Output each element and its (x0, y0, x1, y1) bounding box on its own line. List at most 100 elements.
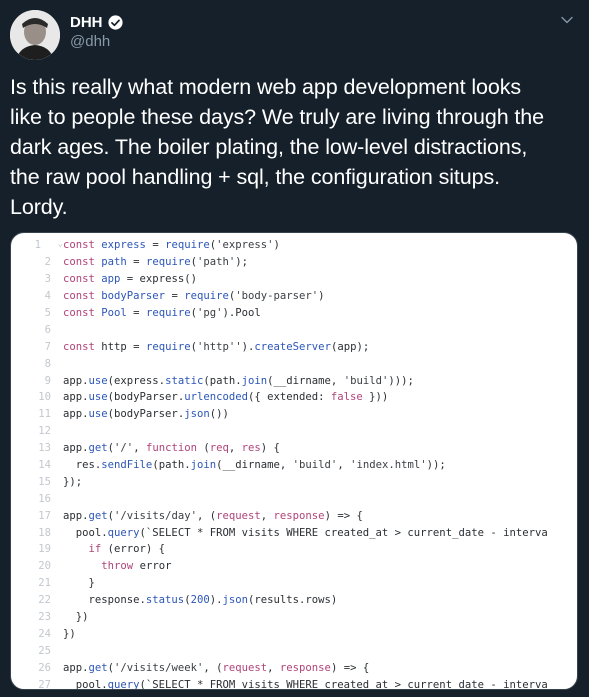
code-token: createServer (254, 340, 331, 353)
code-token: response. (63, 594, 146, 607)
code-token: ()) (209, 408, 229, 421)
tweet-text-line: Lordy. (10, 195, 68, 219)
code-token: 'build' (292, 459, 338, 472)
code-block: 1 ⌄ const express = require('express') 2 con… (11, 237, 577, 690)
code-token: const (63, 256, 102, 269)
code-line: 21 } (11, 575, 577, 592)
code-line: 7 const http = require('http'').createSer… (11, 338, 577, 355)
code-token: (results.rows) (248, 594, 338, 607)
code-token: }) (63, 611, 89, 624)
handle[interactable]: @dhh (70, 33, 124, 50)
code-token: (__dirname, (267, 374, 344, 387)
code-token: Pool (101, 307, 127, 319)
code-token: urlencoded (184, 391, 248, 404)
code-token: (bodyParser. (107, 391, 185, 404)
code-line: 16 (11, 490, 577, 507)
code-line: 1 ⌄ const express = require('express') (11, 237, 577, 254)
code-token: json (222, 594, 249, 607)
code-line: 17 app.get('/visits/day', (request, respo… (11, 507, 577, 524)
code-token: get (88, 442, 108, 455)
author-block[interactable]: DHH @dhh (70, 14, 124, 50)
code-text: app.use(bodyParser.json()) (63, 408, 229, 420)
avatar-photo-icon (10, 10, 60, 60)
code-token: use (88, 408, 108, 421)
code-token: bodyParser (101, 290, 166, 303)
code-text: app.get('/visits/day', (request, respons… (63, 510, 363, 522)
code-token: const (63, 239, 102, 252)
line-number: 21 (38, 577, 51, 590)
code-token: ); (235, 256, 249, 269)
code-token: , (267, 661, 280, 674)
code-token: pool. (63, 526, 108, 539)
code-token: query (107, 526, 140, 539)
code-token: query (107, 678, 140, 690)
code-token: throw (101, 560, 140, 573)
code-token: require (145, 340, 191, 353)
code-token: )); (426, 459, 446, 472)
chevron-down-icon[interactable] (557, 10, 577, 30)
code-text: const express = require('express') (63, 239, 280, 251)
code-token: app. (63, 661, 89, 674)
code-text: app.use(bodyParser.urlencoded({ extended… (63, 391, 388, 403)
line-number: 8 (44, 357, 51, 370)
code-token: 'express' (216, 239, 274, 252)
code-token: const (63, 273, 102, 286)
code-token: ({ extended: (247, 391, 331, 404)
code-token: get (88, 661, 108, 674)
line-number: 26 (38, 661, 51, 674)
code-token: false (330, 391, 363, 404)
fold-chevron-icon: ⌄ (57, 239, 63, 250)
code-screenshot-image[interactable]: 1 ⌄ const express = require('express') 2 con… (10, 232, 578, 690)
code-token: ) => { (330, 661, 370, 674)
code-line: 9 app.use(express.static(path.join(__dirn… (11, 372, 577, 389)
code-token: , (337, 459, 351, 472)
code-token: app. (63, 442, 89, 455)
code-line: 23 }) (11, 609, 577, 626)
line-number: 1 ⌄ (34, 239, 63, 252)
code-token: app. (63, 374, 89, 387)
code-text: app.use(express.static(path.join(__dirna… (63, 375, 414, 387)
code-text: throw error (63, 560, 171, 572)
code-token: if (88, 543, 108, 556)
line-number: 22 (38, 594, 51, 607)
line-number: 11 (38, 408, 51, 421)
code-token: 'build' (343, 374, 389, 387)
line-number: 27 (38, 678, 51, 690)
code-token: = (126, 307, 146, 319)
code-line: 10 app.use(bodyParser.urlencoded({ extend… (11, 389, 577, 406)
code-token: (bodyParser. (107, 408, 185, 421)
code-line: 27 pool.query(`SELECT * FROM visits WHER… (11, 676, 577, 690)
code-token: = (165, 290, 185, 303)
code-token: , (133, 442, 146, 455)
code-token: const (63, 340, 102, 353)
line-number: 20 (38, 560, 51, 573)
code-token: '/visits/week' (114, 661, 204, 674)
code-token: , ( (196, 509, 217, 522)
code-token: app. (63, 509, 89, 522)
code-token: use (88, 391, 108, 404)
line-number: 14 (38, 459, 51, 472)
code-line: 22 response.status(200).json(results.row… (11, 592, 577, 609)
line-number: 23 (38, 611, 51, 624)
code-text: res.sendFile(path.join(__dirname, 'build… (63, 459, 446, 471)
code-token: } (63, 577, 95, 590)
code-token: ))); (388, 374, 414, 387)
code-token: request (222, 661, 268, 674)
tweet-text-line: like to people these days? We truly are … (10, 105, 545, 129)
avatar[interactable] (10, 10, 60, 60)
code-token: (`SELECT * FROM visits WHERE created_at … (139, 678, 548, 690)
code-token: '/' (114, 442, 134, 455)
line-number: 16 (38, 492, 51, 505)
code-token: ) => { (324, 509, 363, 522)
code-token: require (145, 256, 191, 269)
code-text: const bodyParser = require('body-parser'… (63, 290, 325, 302)
display-name[interactable]: DHH (70, 14, 103, 31)
code-line: 11 app.use(bodyParser.json()) (11, 406, 577, 423)
code-token: }) (63, 627, 76, 640)
code-token: express (101, 239, 146, 252)
code-line: 6 (11, 321, 577, 338)
code-line: 26 app.get('/visits/week', (request, resp… (11, 659, 577, 676)
verified-badge-icon (107, 15, 123, 30)
code-token: res (241, 442, 261, 455)
code-token: (path. (203, 374, 242, 387)
